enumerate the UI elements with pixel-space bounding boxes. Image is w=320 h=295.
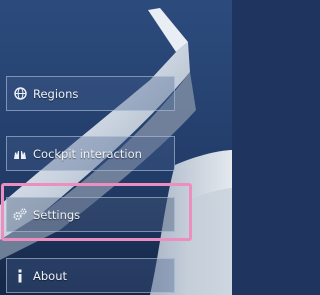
settings-button[interactable]: Settings [6, 197, 175, 232]
regions-button[interactable]: Regions [6, 76, 175, 111]
globe-icon [13, 87, 27, 101]
hands-icon [13, 147, 27, 161]
info-icon [13, 269, 27, 283]
settings-label: Settings [33, 207, 81, 222]
about-button[interactable]: About [6, 258, 175, 293]
regions-label: Regions [33, 86, 79, 101]
about-label: About [33, 268, 68, 283]
cockpit-interaction-label: Cockpit interaction [33, 146, 142, 161]
gears-icon [13, 208, 27, 222]
cockpit-interaction-button[interactable]: Cockpit interaction [6, 136, 175, 171]
